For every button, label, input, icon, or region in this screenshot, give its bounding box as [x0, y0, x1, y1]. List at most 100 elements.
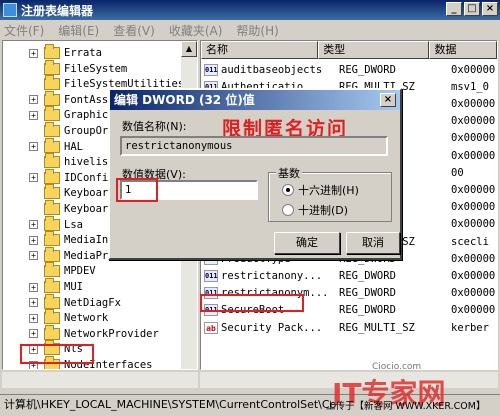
dec-label: 十进制(D)	[298, 204, 349, 217]
menu-view[interactable]: 查看(V)	[113, 22, 155, 39]
tree-item-label: NetworkProvider	[64, 327, 159, 340]
menu-edit[interactable]: 编辑(E)	[58, 22, 99, 39]
base-label: 基数	[276, 165, 302, 181]
expand-icon[interactable]: +	[29, 235, 38, 245]
tree-item-label: Lsa	[64, 218, 83, 231]
minimize-button[interactable]: _	[446, 2, 462, 16]
close-button[interactable]: ×	[482, 2, 498, 16]
expand-icon[interactable]: +	[29, 95, 38, 105]
cell-data: 00	[451, 166, 464, 179]
string-value-icon: ab	[204, 321, 218, 334]
tree-item[interactable]: hivelist	[3, 153, 115, 170]
cell-data: kerber	[451, 321, 489, 334]
folder-icon	[44, 168, 60, 184]
list-row[interactable]: ab Security Pack... REG_MULTI_SZ kerber	[201, 319, 497, 336]
tree-item-label: IDConfig	[64, 171, 115, 184]
expand-icon[interactable]: +	[29, 298, 38, 308]
cell-data: 0x00000	[451, 252, 496, 265]
radio-decimal[interactable]: 十进制(D)	[282, 202, 348, 218]
tree-item-label: FileSystem	[64, 62, 128, 75]
folder-icon	[44, 122, 60, 137]
tree-item[interactable]: + NetworkProvider	[3, 324, 159, 342]
folder-icon	[44, 90, 60, 106]
expand-icon[interactable]: +	[29, 313, 38, 323]
tree-item[interactable]: MPDEV	[3, 262, 96, 279]
cell-data: 0x00000	[451, 269, 496, 282]
hex-label: 十六进制(H)	[298, 184, 359, 197]
cell-type: REG_MULTI_SZ	[339, 321, 415, 334]
radio-checked-icon[interactable]	[282, 184, 294, 196]
tree-item-label: Errata	[64, 47, 102, 59]
tree-item[interactable]: + MUI	[3, 278, 83, 295]
cell-data: 0x00000	[451, 201, 496, 214]
tree-item-label: MediaInt	[64, 234, 115, 247]
list-row[interactable]: 011 restrictanony... REG_DWORD 0x00000	[201, 267, 497, 284]
scroll-up-icon[interactable]: ▲	[181, 41, 197, 57]
cell-name: Security Pack...	[221, 321, 323, 334]
tree-item[interactable]: Keyboard	[3, 184, 115, 201]
expand-icon[interactable]: +	[29, 110, 38, 120]
tree-item[interactable]: + MediaInt	[3, 231, 115, 248]
cancel-button[interactable]: 取消	[346, 232, 400, 254]
expand-icon[interactable]: +	[29, 173, 38, 183]
tree-item[interactable]: + NetDiagFx	[3, 293, 121, 311]
cell-data: scecli	[451, 235, 489, 248]
value-name-field: restrictanonymous	[120, 136, 388, 156]
tree-item-label: NetDiagFx	[64, 296, 121, 309]
radio-hex[interactable]: 十六进制(H)	[282, 182, 359, 198]
expand-icon[interactable]: +	[29, 329, 38, 339]
tree-item-label: Keyboard	[64, 187, 115, 200]
dialog-title: 编辑 DWORD (32 位)值	[110, 90, 400, 110]
dword-value-icon: 011	[204, 269, 218, 282]
menu-help[interactable]: 帮助(H)	[236, 22, 278, 39]
tree-item[interactable]: FileSystem	[3, 59, 128, 77]
tree-item[interactable]: + Errata	[3, 44, 102, 61]
column-name[interactable]: 名称	[201, 41, 319, 59]
menu-bar: 文件(F) 编辑(E) 查看(V) 收藏夹(A) 帮助(H)	[0, 20, 500, 40]
cell-data: 0x00000	[451, 287, 496, 300]
expand-icon[interactable]: +	[29, 48, 38, 58]
expand-icon[interactable]: +	[29, 251, 38, 261]
cell-data: 0x00000	[451, 304, 496, 317]
menu-favorites[interactable]: 收藏夹(A)	[169, 22, 223, 39]
list-row[interactable]: 011 auditbaseobjects REG_DWORD 0x00000	[201, 61, 497, 78]
tree-item[interactable]: + MediaPro	[3, 246, 115, 264]
dialog-close-icon[interactable]: ×	[380, 93, 396, 107]
edit-dword-dialog: 编辑 DWORD (32 位)值 × 数值名称(N): 限制匿名访问 restr…	[108, 88, 402, 260]
tree-item[interactable]: + IDConfig	[3, 168, 115, 186]
tree-item[interactable]: + Lsa	[3, 215, 83, 233]
tree-item[interactable]: + HAL	[3, 137, 83, 155]
folder-icon	[44, 75, 60, 91]
tree-item-label: Network	[64, 312, 109, 325]
tree-item-label: Graphics	[64, 109, 115, 122]
cell-type: REG_DWORD	[339, 63, 396, 76]
ok-button[interactable]: 确定	[274, 232, 340, 254]
data-highlight-box	[116, 178, 158, 202]
column-data[interactable]: 数据	[429, 41, 497, 59]
tree-highlight-box	[20, 344, 94, 364]
folder-icon	[44, 44, 60, 59]
folder-icon	[44, 184, 60, 200]
tree-item[interactable]: Keyboard	[3, 200, 115, 217]
tree-item[interactable]: + Network	[3, 309, 109, 326]
menu-file[interactable]: 文件(F)	[4, 22, 44, 39]
tree-item[interactable]: + FontAsso	[3, 90, 115, 108]
tree-item[interactable]: + Graphics	[3, 106, 115, 123]
column-type[interactable]: 类型	[318, 41, 430, 59]
tree-item-label: hivelist	[64, 156, 115, 169]
cell-data: 0x00000	[451, 115, 496, 128]
folder-icon	[44, 153, 60, 169]
radio-unchecked-icon[interactable]	[282, 204, 294, 216]
expand-icon[interactable]: +	[29, 282, 38, 292]
watermark-credit: 上传于【新客网 WWW.XKER.COM】	[326, 401, 486, 412]
expand-icon[interactable]: +	[29, 220, 38, 230]
maximize-button[interactable]: □	[464, 2, 480, 16]
tree-item-label: HAL	[64, 140, 83, 153]
cell-data: 0x00000	[451, 132, 496, 145]
expand-icon[interactable]: +	[29, 142, 38, 152]
tree-hscrollbar[interactable]	[2, 372, 198, 388]
tree-item-label: Keyboard	[64, 203, 115, 215]
tree-item[interactable]: GroupOrd	[3, 122, 115, 139]
cell-data: 0x00000 30	[451, 97, 497, 110]
folder-icon	[44, 106, 60, 122]
